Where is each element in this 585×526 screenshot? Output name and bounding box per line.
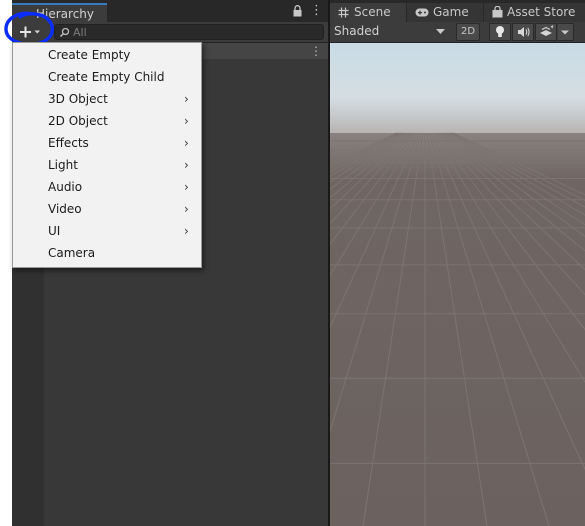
menu-item-label: Light: [48, 158, 78, 172]
search-input[interactable]: [73, 25, 313, 39]
menu-item-video[interactable]: Video ›: [13, 199, 201, 221]
menu-item-audio[interactable]: Audio ›: [13, 177, 201, 199]
tab-game[interactable]: Game: [407, 3, 483, 22]
effects-dropdown-button[interactable]: [558, 23, 574, 41]
menu-item-label: Audio: [48, 180, 83, 194]
search-icon: [59, 27, 70, 38]
menu-item-create-empty[interactable]: Create Empty: [13, 45, 201, 67]
menu-item-light[interactable]: Light ›: [13, 155, 201, 177]
menu-item-3d-object[interactable]: 3D Object ›: [13, 89, 201, 111]
tab-game-label: Game: [433, 5, 469, 19]
lightbulb-icon: [496, 26, 504, 37]
hierarchy-toolbar: [12, 22, 328, 43]
lighting-toggle-button[interactable]: [489, 23, 511, 41]
caret-down-icon: [436, 29, 445, 34]
menu-item-label: Create Empty Child: [48, 70, 165, 84]
grid-icon: [338, 7, 349, 18]
lock-icon[interactable]: [293, 5, 302, 17]
hierarchy-search-box[interactable]: [54, 24, 324, 40]
shopping-bag-icon: [492, 6, 503, 18]
scene-panel: Scene Game Asset Store Shaded 2D: [330, 0, 585, 526]
hierarchy-tab-bar: Hierarchy ⋮: [12, 0, 328, 22]
menu-item-2d-object[interactable]: 2D Object ›: [13, 111, 201, 133]
effects-toggle-button[interactable]: [535, 23, 557, 41]
tab-scene-label: Scene: [354, 5, 391, 19]
submenu-arrow-icon: ›: [184, 136, 189, 150]
menu-item-label: 2D Object: [48, 114, 108, 128]
shading-mode-label: Shaded: [334, 24, 380, 38]
audio-toggle-button[interactable]: [512, 23, 534, 41]
caret-down-icon: [561, 30, 569, 35]
submenu-arrow-icon: ›: [184, 202, 189, 216]
menu-item-label: Video: [48, 202, 82, 216]
gamepad-icon: [415, 8, 429, 17]
scene-row-options-icon[interactable]: ⋮: [310, 43, 322, 59]
submenu-arrow-icon: ›: [184, 224, 189, 238]
scene-viewport[interactable]: [330, 43, 585, 526]
tab-asset-store-label: Asset Store: [507, 5, 576, 19]
menu-item-label: Effects: [48, 136, 89, 150]
menu-item-label: Create Empty: [48, 48, 131, 62]
scene-tab-bar: Scene Game Asset Store: [330, 0, 585, 22]
tab-asset-store[interactable]: Asset Store: [484, 3, 585, 22]
submenu-arrow-icon: ›: [184, 92, 189, 106]
shading-mode-dropdown[interactable]: Shaded: [330, 22, 450, 42]
tab-scene[interactable]: Scene: [330, 3, 406, 22]
menu-item-ui[interactable]: UI ›: [13, 221, 201, 243]
submenu-arrow-icon: ›: [184, 180, 189, 194]
submenu-arrow-icon: ›: [184, 158, 189, 172]
submenu-arrow-icon: ›: [184, 114, 189, 128]
layers-icon: [540, 25, 554, 36]
toggle-2d-button[interactable]: 2D: [456, 23, 480, 41]
hierarchy-options-icon[interactable]: ⋮: [310, 4, 323, 18]
menu-item-label: UI: [48, 224, 61, 238]
menu-item-effects[interactable]: Effects ›: [13, 133, 201, 155]
menu-item-label: Camera: [48, 246, 96, 260]
menu-item-create-empty-child[interactable]: Create Empty Child: [13, 67, 201, 89]
menu-item-camera[interactable]: Camera: [13, 243, 201, 265]
speaker-icon: [518, 27, 530, 37]
menu-item-label: 3D Object: [48, 92, 108, 106]
scene-toolbar: Shaded 2D: [330, 22, 585, 43]
create-menu: Create Empty Create Empty Child 3D Objec…: [12, 42, 202, 268]
sky: [330, 43, 585, 135]
